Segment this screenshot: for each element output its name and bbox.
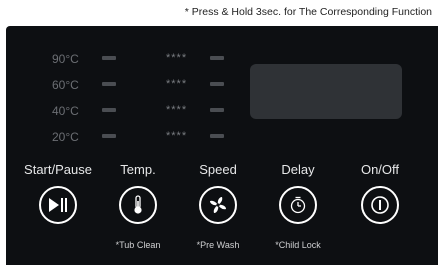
temp-indicator-led	[102, 82, 116, 86]
temp-indicator-led	[102, 56, 116, 60]
stars-indicator-led	[210, 134, 224, 138]
temp-row-60: 60°C ****	[6, 78, 246, 92]
speed-button[interactable]	[199, 186, 237, 224]
stars-label: ****	[166, 130, 188, 142]
tub-clean-sublabel: *Tub Clean	[115, 240, 161, 250]
temp-indicator-led	[102, 108, 116, 112]
delay-button[interactable]	[279, 186, 317, 224]
temp-label: 90°C	[52, 52, 79, 66]
on-off-group: On/Off	[340, 162, 420, 262]
temp-group: Temp. *Tub Clean	[98, 162, 178, 262]
start-pause-label: Start/Pause	[24, 162, 92, 177]
stars-label: ****	[166, 104, 188, 116]
stars-indicator-led	[210, 82, 224, 86]
power-icon	[371, 196, 389, 214]
delay-button-label: Delay	[281, 162, 315, 177]
speed-button-label: Speed	[199, 162, 237, 177]
speed-group: Speed *Pre Wash	[178, 162, 258, 262]
child-lock-sublabel: *Child Lock	[275, 240, 321, 250]
start-pause-button[interactable]	[39, 186, 77, 224]
digital-display	[250, 64, 402, 119]
temp-button[interactable]	[119, 186, 157, 224]
temp-row-90: 90°C ****	[6, 52, 246, 66]
pre-wash-sublabel: *Pre Wash	[196, 240, 240, 250]
control-panel: 90°C **** 60°C **** 40°C **** 20°C **** …	[6, 26, 438, 265]
stars-label: ****	[166, 78, 188, 90]
power-button[interactable]	[361, 186, 399, 224]
on-off-label: On/Off	[360, 162, 400, 177]
fan-icon	[210, 197, 226, 213]
temp-button-label: Temp.	[120, 162, 156, 177]
stars-label: ****	[166, 52, 188, 64]
play-pause-icon	[49, 198, 67, 212]
timer-icon	[290, 196, 306, 214]
temp-label: 20°C	[52, 130, 79, 144]
thermometer-icon	[134, 195, 142, 214]
temp-label: 60°C	[52, 78, 79, 92]
temp-indicator-led	[102, 134, 116, 138]
temp-row-20: 20°C ****	[6, 130, 246, 144]
stars-indicator-led	[210, 108, 224, 112]
temp-row-40: 40°C ****	[6, 104, 246, 118]
stars-indicator-led	[210, 56, 224, 60]
start-pause-group: Start/Pause	[18, 162, 98, 262]
press-hold-note: * Press & Hold 3sec. for The Correspondi…	[184, 6, 432, 18]
temp-label: 40°C	[52, 104, 79, 118]
delay-group: Delay *Child Lock	[258, 162, 338, 262]
